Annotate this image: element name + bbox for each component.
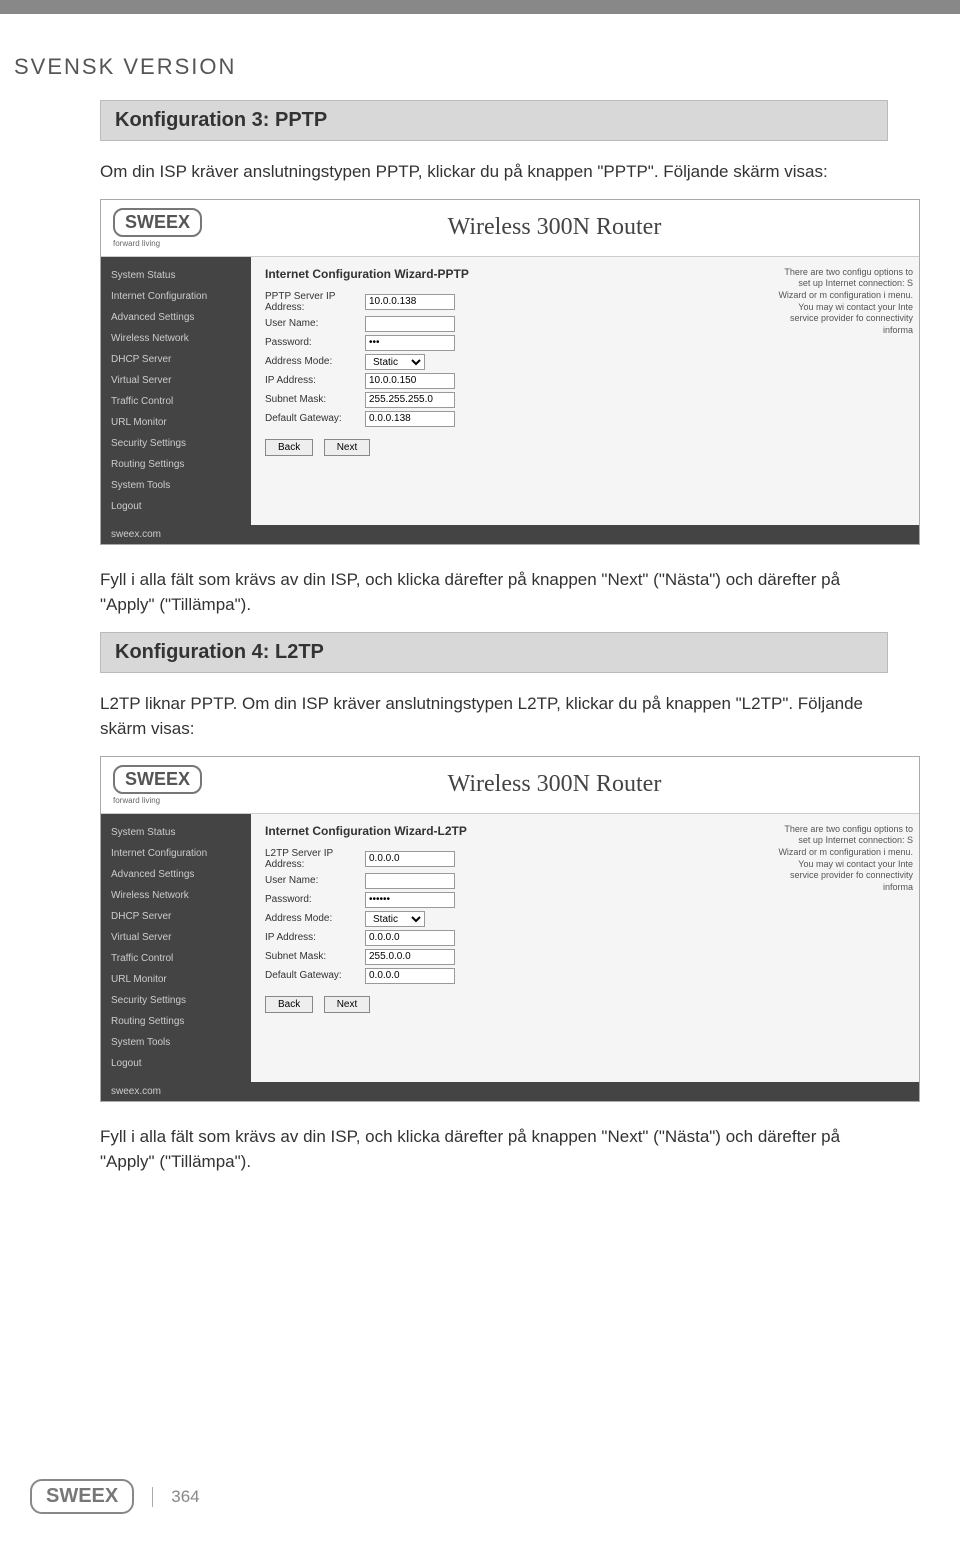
screenshot-l2tp: SWEEX forward living Wireless 300N Route… (100, 756, 920, 1102)
user-input[interactable] (365, 873, 455, 889)
sidebar-item[interactable]: Traffic Control (101, 391, 251, 412)
info-text: There are two configu options to set up … (769, 257, 919, 525)
ip-input[interactable] (365, 930, 455, 946)
mask-input[interactable] (365, 392, 455, 408)
screenshot-pptp: SWEEX forward living Wireless 300N Route… (100, 199, 920, 545)
sidebar-item[interactable]: Logout (101, 1053, 251, 1074)
server-input[interactable] (365, 851, 455, 867)
pass-label: Password: (265, 894, 365, 905)
gw-input[interactable] (365, 968, 455, 984)
mode-select[interactable]: Static (365, 911, 425, 927)
router-title: Wireless 300N Router (202, 771, 907, 798)
next-button[interactable]: Next (324, 439, 371, 456)
ip-label: IP Address: (265, 932, 365, 943)
sidebar-item[interactable]: DHCP Server (101, 906, 251, 927)
gw-input[interactable] (365, 411, 455, 427)
ss-footer: sweex.com (101, 1082, 919, 1101)
page-number: 364 (152, 1487, 199, 1507)
mask-input[interactable] (365, 949, 455, 965)
sidebar-item[interactable]: DHCP Server (101, 349, 251, 370)
pass-input[interactable] (365, 335, 455, 351)
sidebar: System Status Internet Configuration Adv… (101, 814, 251, 1082)
wizard-title-pptp: Internet Configuration Wizard-PPTP (265, 267, 755, 281)
sidebar-item[interactable]: Routing Settings (101, 454, 251, 475)
sidebar-item[interactable]: System Status (101, 265, 251, 286)
ip-input[interactable] (365, 373, 455, 389)
back-button[interactable]: Back (265, 996, 313, 1013)
gw-label: Default Gateway: (265, 413, 365, 424)
sidebar-item[interactable]: Internet Configuration (101, 843, 251, 864)
section4-outro: Fyll i alla fält som krävs av din ISP, o… (100, 1124, 888, 1175)
section3-outro: Fyll i alla fält som krävs av din ISP, o… (100, 567, 888, 618)
sidebar-item[interactable]: Internet Configuration (101, 286, 251, 307)
server-label: PPTP Server IP Address: (265, 291, 365, 313)
sidebar-item[interactable]: Traffic Control (101, 948, 251, 969)
sidebar-item[interactable]: Routing Settings (101, 1011, 251, 1032)
mode-label: Address Mode: (265, 913, 365, 924)
sidebar-item[interactable]: Security Settings (101, 990, 251, 1011)
section3-intro: Om din ISP kräver anslutningstypen PPTP,… (100, 159, 888, 185)
page-footer: SWEEX 364 (30, 1479, 200, 1514)
ss-footer: sweex.com (101, 525, 919, 544)
sidebar-item[interactable]: Wireless Network (101, 885, 251, 906)
sidebar-item[interactable]: URL Monitor (101, 969, 251, 990)
footer-logo: SWEEX (30, 1479, 134, 1514)
sidebar-item[interactable]: Logout (101, 496, 251, 517)
next-button[interactable]: Next (324, 996, 371, 1013)
sidebar-item[interactable]: Virtual Server (101, 927, 251, 948)
pass-input[interactable] (365, 892, 455, 908)
logo: SWEEX (113, 765, 202, 794)
sidebar-item[interactable]: URL Monitor (101, 412, 251, 433)
section4-intro: L2TP liknar PPTP. Om din ISP kräver ansl… (100, 691, 888, 742)
user-input[interactable] (365, 316, 455, 332)
info-text: There are two configu options to set up … (769, 814, 919, 1082)
logo: SWEEX (113, 208, 202, 237)
logo-subtitle: forward living (113, 796, 202, 805)
sidebar-item[interactable]: System Tools (101, 475, 251, 496)
mask-label: Subnet Mask: (265, 394, 365, 405)
sidebar-item[interactable]: Advanced Settings (101, 864, 251, 885)
sidebar-item[interactable]: Virtual Server (101, 370, 251, 391)
sidebar-item[interactable]: Security Settings (101, 433, 251, 454)
page-header: SVENSK VERSION (14, 14, 960, 100)
sidebar-item[interactable]: System Status (101, 822, 251, 843)
router-title: Wireless 300N Router (202, 214, 907, 241)
mode-label: Address Mode: (265, 356, 365, 367)
sidebar-item[interactable]: System Tools (101, 1032, 251, 1053)
user-label: User Name: (265, 318, 365, 329)
top-bar (0, 0, 960, 14)
pass-label: Password: (265, 337, 365, 348)
user-label: User Name: (265, 875, 365, 886)
mode-select[interactable]: Static (365, 354, 425, 370)
sidebar-item[interactable]: Advanced Settings (101, 307, 251, 328)
wizard-title-l2tp: Internet Configuration Wizard-L2TP (265, 824, 755, 838)
logo-subtitle: forward living (113, 239, 202, 248)
server-label: L2TP Server IP Address: (265, 848, 365, 870)
sidebar-item[interactable]: Wireless Network (101, 328, 251, 349)
ip-label: IP Address: (265, 375, 365, 386)
gw-label: Default Gateway: (265, 970, 365, 981)
mask-label: Subnet Mask: (265, 951, 365, 962)
section-title-4: Konfiguration 4: L2TP (100, 632, 888, 673)
server-input[interactable] (365, 294, 455, 310)
back-button[interactable]: Back (265, 439, 313, 456)
sidebar: System Status Internet Configuration Adv… (101, 257, 251, 525)
section-title-3: Konfiguration 3: PPTP (100, 100, 888, 141)
